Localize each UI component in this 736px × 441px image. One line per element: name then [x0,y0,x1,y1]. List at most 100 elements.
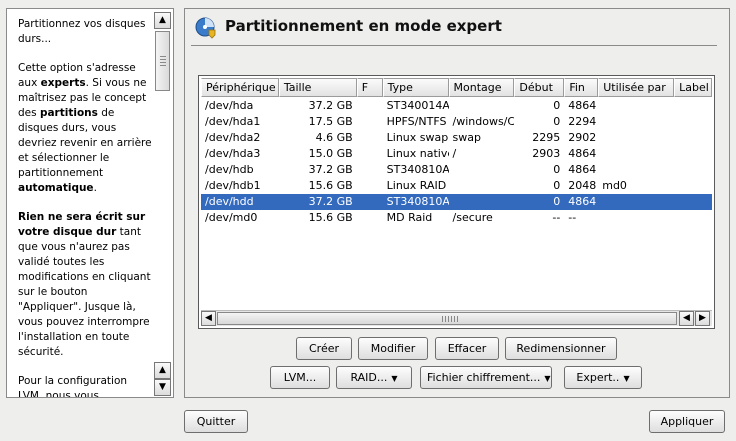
table-row[interactable]: /dev/hda 37.2 GB ST340014A 0 4864 [201,98,712,114]
help-paragraph: Rien ne sera écrit sur votre disque dur … [18,210,152,360]
help-panel: Partitionnez vos disques durs... Cette op… [6,8,174,398]
encryption-label: Fichier chiffrement... [427,371,541,384]
table-cell [674,194,712,210]
partition-disk-icon [195,17,216,39]
table-cell [674,210,712,226]
table-cell: 0 [553,115,561,128]
table-cell: 15.6 GB [308,211,353,224]
resize-button[interactable]: Redimensionner [505,337,617,360]
help-scroll-thumb[interactable] [155,31,170,91]
table-cell: -- [552,211,561,224]
table-cell: Linux native [386,147,449,160]
table-cell: /dev/md0 [205,211,258,224]
hscroll-thumb[interactable] [217,312,677,325]
table-row[interactable]: /dev/md0 15.6 GB MD Raid/secure -- -- [201,210,712,226]
scroll-up-button[interactable]: ▲ [154,12,171,29]
table-cell: /dev/hda [205,99,254,112]
column-header[interactable]: Fin [564,78,599,97]
table-row[interactable]: /dev/hdb 37.2 GB ST340810A 0 4864 [201,162,712,178]
table-cell: /dev/hdb1 [205,179,261,192]
table-cell: 4864 [568,163,597,176]
create-button[interactable]: Créer [296,337,352,360]
table-cell [449,98,515,114]
table-cell: 37.2 GB [308,163,353,176]
scroll-up-button-bottom[interactable]: ▲ [154,362,171,379]
table-cell: swap [452,131,481,144]
table-cell: ST340014A [386,99,449,112]
table-cell: 2902 [568,131,597,144]
column-header[interactable]: Périphérique [201,78,279,97]
table-cell [357,194,383,210]
scroll-left-button-right[interactable]: ◀ [679,311,694,326]
column-header[interactable]: Montage [448,78,515,97]
help-scrollbar[interactable]: ▲ ▲ ▼ [154,12,171,396]
expert-menu-button[interactable]: Expert.. ▼ [564,366,642,389]
table-cell: /dev/hda3 [205,147,261,160]
scroll-right-button[interactable]: ▶ [695,311,710,326]
column-header[interactable]: Utilisée par [598,78,675,97]
table-cell: Linux RAID [386,179,447,192]
table-cell [598,210,674,226]
table-cell: 2294 [568,115,597,128]
help-text-run: . [93,182,97,194]
help-emphasis: automatique [18,182,94,194]
table-cell [357,210,383,226]
table-row[interactable]: /dev/hda1 17.5 GB HPFS/NTFS/windows/C 0 2294 [201,114,712,130]
table-hscrollbar[interactable]: ◀ ◀ ▶ [201,310,712,326]
quit-button[interactable]: Quitter [184,410,248,433]
main-panel: Partitionnement en mode expert Périphéri… [184,8,730,398]
scroll-left-button[interactable]: ◀ [201,311,216,326]
table-cell [357,130,383,146]
table-cell: 2903 [532,147,561,160]
table-cell: 2295 [532,131,561,144]
raid-menu-button[interactable]: RAID... ▼ [336,366,412,389]
table-cell [598,162,674,178]
lvm-button[interactable]: LVM... [270,366,330,389]
table-cell [674,146,712,162]
table-cell [357,146,383,162]
column-header[interactable]: Type [382,78,449,97]
apply-button[interactable]: Appliquer [649,410,725,433]
table-row[interactable]: /dev/hda3 15.0 GB Linux native/ 2903 4864 [201,146,712,162]
table-row[interactable]: /dev/hdb1 15.6 GB Linux RAID 0 2048 md0 [201,178,712,194]
help-text-run: tant que vous n'aurez pas validé toutes … [18,226,151,358]
table-cell: 15.6 GB [308,179,353,192]
column-header[interactable]: F [356,78,383,97]
table-row[interactable]: /dev/hda2 4.6 GB Linux swap swap 2295 2902 [201,130,712,146]
column-header[interactable]: Taille [278,78,357,97]
table-cell [674,162,712,178]
table-body[interactable]: /dev/hda 37.2 GB ST340014A 0 4864/dev/hda1 17… [201,98,712,226]
table-cell: /dev/hda1 [205,115,261,128]
table-cell: 15.0 GB [308,147,353,160]
table-cell [598,130,674,146]
table-row[interactable]: /dev/hdd 37.2 GB ST340810A 0 4864 [201,194,712,210]
scroll-down-button[interactable]: ▼ [154,379,171,396]
table-cell: /dev/hdb [205,163,254,176]
table-cell [449,162,515,178]
help-paragraph: Partitionnez vos disques durs... [18,17,152,47]
table-cell [598,114,674,130]
table-cell: Linux swap [386,131,449,144]
table-cell: 37.2 GB [308,195,353,208]
encryption-menu-button[interactable]: Fichier chiffrement... ▼ [420,366,552,389]
chevron-down-icon: ▼ [391,374,398,383]
delete-button[interactable]: Effacer [435,337,499,360]
column-header[interactable]: Label [674,78,713,97]
column-header[interactable]: Début [514,78,565,97]
table-cell [357,98,383,114]
chevron-down-icon: ▼ [623,374,630,383]
table-cell: 4864 [568,195,597,208]
table-cell [598,146,674,162]
partition-table[interactable]: Périphérique Taille F Type Montage Début Fin Ut… [198,75,715,329]
chevron-down-icon: ▼ [544,374,551,383]
table-cell: 0 [553,179,561,192]
grip-icon [442,316,458,322]
table-header: Périphérique Taille F Type Montage Début Fin Ut… [201,78,713,97]
help-text: Partitionnez vos disques durs... Cette op… [18,17,152,397]
table-cell: /dev/hda2 [205,131,261,144]
table-cell [357,178,383,194]
table-cell [449,178,515,194]
modify-button[interactable]: Modifier [358,337,428,360]
table-cell [357,162,383,178]
table-cell: 37.2 GB [308,99,353,112]
